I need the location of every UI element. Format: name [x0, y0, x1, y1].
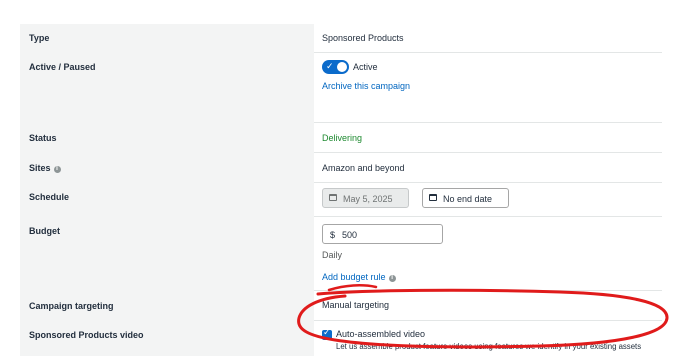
check-icon: ✓ — [323, 328, 331, 338]
active-toggle-label: Active — [353, 62, 378, 72]
archive-campaign-link[interactable]: Archive this campaign — [322, 81, 410, 91]
row-label: Budget — [20, 216, 314, 290]
row-sponsored-products-video: Sponsored Products video ✓ Auto-assemble… — [20, 320, 662, 356]
row-label: Sites i — [20, 152, 314, 182]
targeting-value: Manual targeting — [322, 300, 390, 310]
active-toggle[interactable]: ✓ — [322, 60, 349, 74]
row-schedule: Schedule May 5, 2025 No end date — [20, 182, 662, 217]
info-icon[interactable]: i — [388, 275, 396, 282]
row-sites: Sites i Amazon and beyond — [20, 152, 662, 183]
currency-symbol: $ — [330, 230, 336, 240]
auto-assembled-video-description: Let us assemble product feature videos u… — [336, 342, 642, 351]
info-icon[interactable]: i — [53, 166, 61, 173]
row-label: Schedule — [20, 182, 314, 216]
calendar-icon — [429, 194, 437, 201]
budget-amount-input[interactable]: $ 500 — [322, 224, 443, 244]
auto-assembled-video-checkbox[interactable]: ✓ — [322, 328, 332, 340]
add-budget-rule-link[interactable]: Add budget rule — [322, 272, 386, 282]
sites-value: Amazon and beyond — [322, 163, 405, 173]
budget-period: Daily — [322, 250, 343, 260]
calendar-icon — [329, 194, 337, 201]
row-type: Type Sponsored Products — [20, 24, 662, 53]
campaign-type-value: Sponsored Products — [322, 33, 404, 43]
row-label: Active / Paused — [20, 52, 314, 122]
start-date-field: May 5, 2025 — [322, 188, 409, 208]
check-icon: ✓ — [326, 62, 334, 72]
row-label: Campaign targeting — [20, 290, 314, 320]
row-label: Status — [20, 122, 314, 152]
row-label: Sponsored Products video — [20, 320, 314, 356]
budget-amount-value: 500 — [342, 230, 358, 240]
row-label: Type — [20, 24, 314, 52]
end-date-field[interactable]: No end date — [422, 188, 509, 208]
row-status: Status Delivering — [20, 122, 662, 153]
auto-assembled-video-label: Auto-assembled video — [336, 329, 426, 339]
status-value: Delivering — [322, 133, 363, 143]
row-campaign-targeting: Campaign targeting Manual targeting — [20, 290, 662, 321]
row-active-paused: Active / Paused ✓ Active Archive this ca… — [20, 52, 662, 123]
row-budget: Budget $ 500 Daily Add budget rule i — [20, 216, 662, 291]
